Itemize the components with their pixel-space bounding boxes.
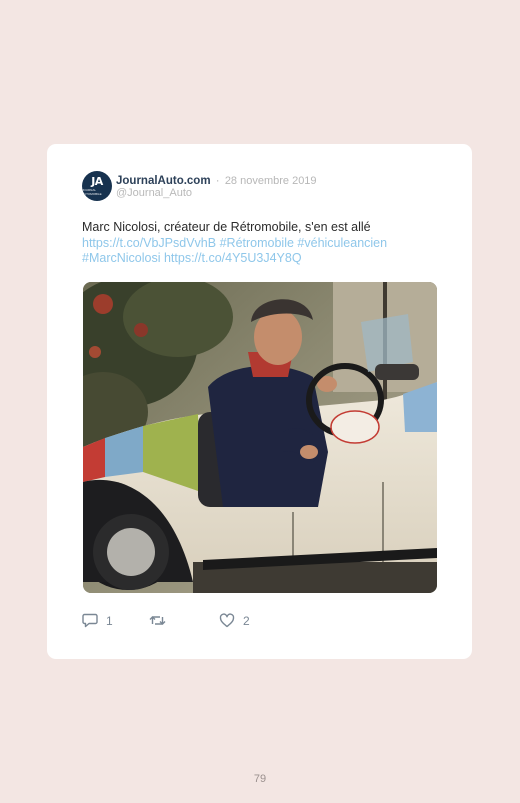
tweet-body: Marc Nicolosi, créateur de Rétromobile, … [82,220,371,234]
tweet-actions: 1 2 [82,613,382,631]
heart-icon [219,613,235,628]
tweet-card[interactable]: JA JOURNAL AUTOMOBILE JournalAuto.com · … [47,144,472,659]
separator-dot: · [215,175,220,187]
display-name[interactable]: JournalAuto.com [116,175,211,187]
tweet-date[interactable]: 28 novembre 2019 [225,175,317,187]
tweet-header: JournalAuto.com · 28 novembre 2019 [116,174,317,188]
retweet-icon [149,616,166,625]
tweet-photo[interactable] [83,282,437,593]
reply-count: 1 [106,613,113,628]
hashtag-marcnicolosi[interactable]: #MarcNicolosi [82,251,161,265]
reply-icon [82,613,98,628]
retweet-button[interactable] [149,613,166,628]
like-count: 2 [243,613,250,628]
avatar[interactable]: JA JOURNAL AUTOMOBILE [82,171,112,201]
user-handle[interactable]: @Journal_Auto [116,187,192,199]
like-button[interactable]: 2 [219,613,250,628]
tweet-link-1[interactable]: https://t.co/VbJPsdVvhB [82,236,216,250]
hashtag-vehiculeancien[interactable]: #véhiculeancien [297,236,387,250]
page-number: 79 [253,773,267,785]
hashtag-retromobile[interactable]: #Rétromobile [220,236,294,250]
avatar-initials: JA [91,175,103,188]
reply-button[interactable]: 1 [82,613,113,628]
vintage-race-car-photo [83,282,437,593]
tweet-text: Marc Nicolosi, créateur de Rétromobile, … [82,220,447,267]
tweet-link-2[interactable]: https://t.co/4Y5U3J4Y8Q [164,251,302,265]
avatar-subtitle: JOURNAL AUTOMOBILE [82,188,102,196]
